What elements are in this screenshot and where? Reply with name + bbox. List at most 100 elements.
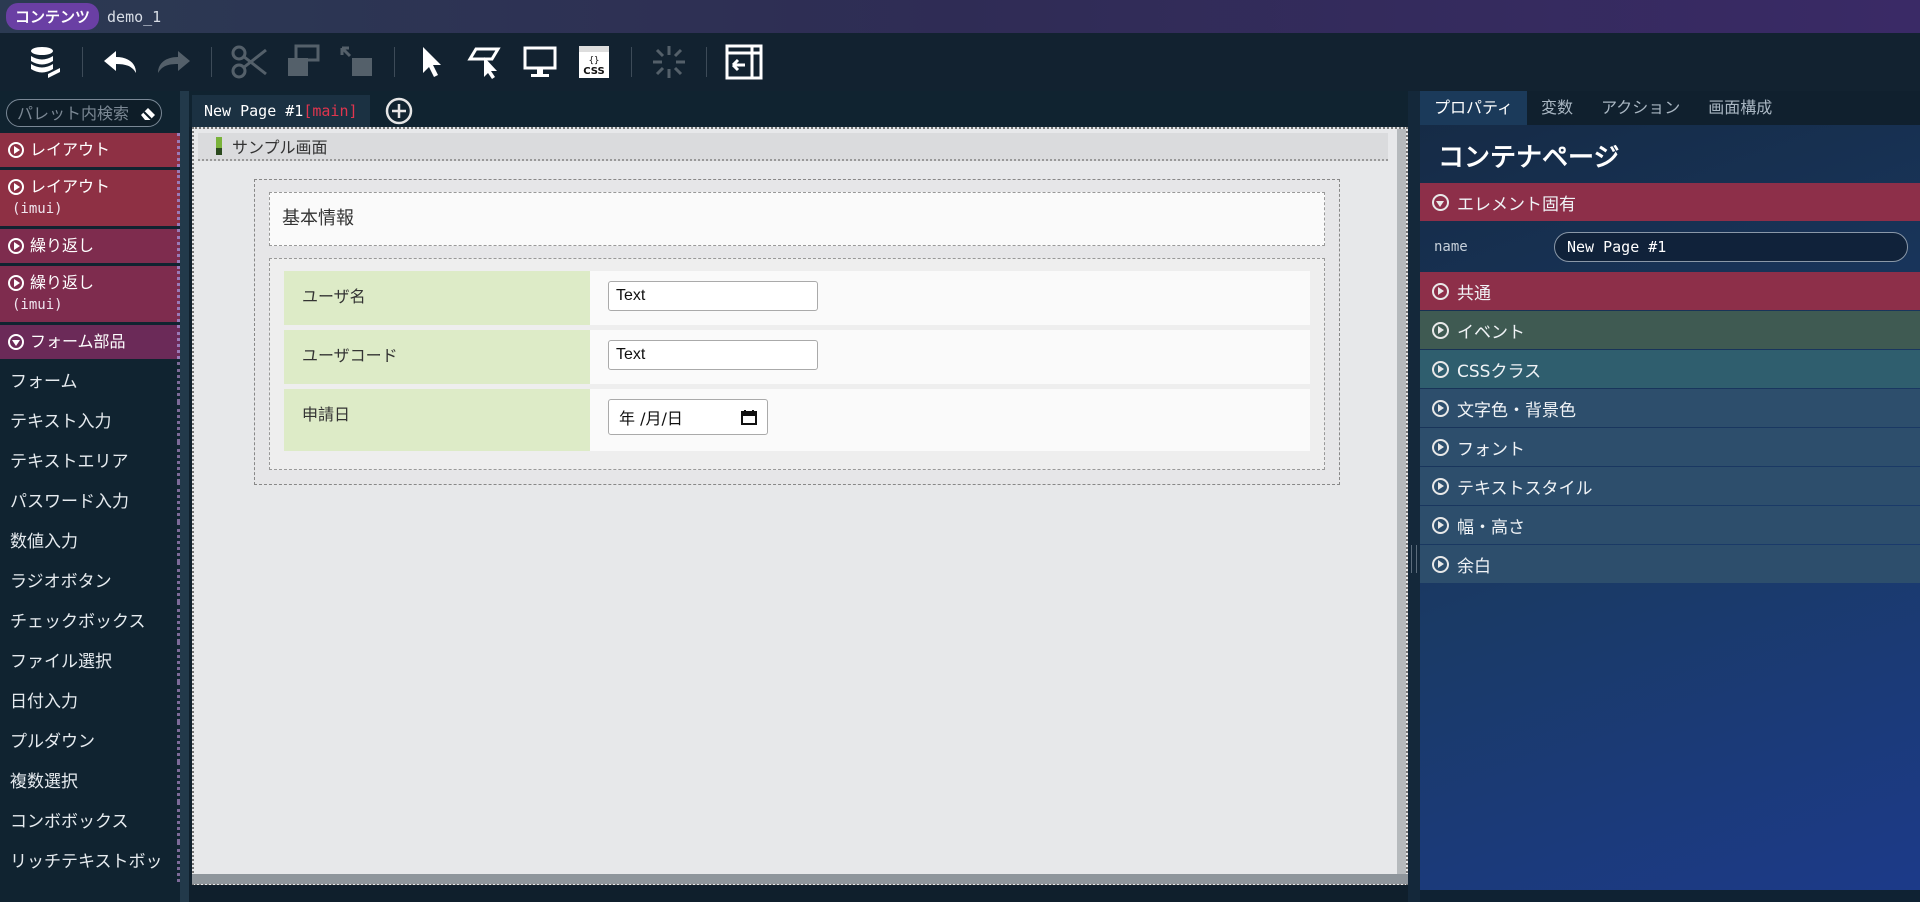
expand-icon (8, 179, 24, 195)
expand-icon (1432, 477, 1449, 495)
palette-item-text-input[interactable]: テキスト入力 (0, 402, 180, 442)
palette-category-form-parts[interactable]: フォーム部品 (0, 325, 180, 359)
category-sub-label: (imui) (12, 201, 63, 217)
paste-icon[interactable] (330, 39, 384, 85)
palette-item-checkbox[interactable]: チェックボックス (0, 602, 180, 642)
tab-variables[interactable]: 変数 (1527, 91, 1587, 125)
section-label: 共通 (1457, 283, 1491, 304)
section-title[interactable]: 基本情報 (269, 192, 1325, 246)
palette-item-file[interactable]: ファイル選択 (0, 642, 180, 682)
component-palette: レイアウト レイアウト (imui) 繰り返し 繰り返し (imui) フォーム部品… (0, 91, 180, 902)
database-icon[interactable] (18, 39, 72, 85)
toolbar-separator (394, 47, 395, 77)
property-panel: プロパティ 変数 アクション 画面構成 コンテナページ エレメント固有 name… (1420, 91, 1920, 902)
property-row-name: name New Page #1 (1420, 222, 1920, 272)
palette-item-combobox[interactable]: コンボボックス (0, 802, 180, 842)
resize-grip-icon[interactable] (1411, 545, 1417, 573)
app-name-badge: コンテンツ (6, 3, 100, 30)
section-label: 幅・高さ (1457, 517, 1525, 538)
eraser-icon[interactable] (139, 104, 157, 122)
canvas-vertical-scrollbar[interactable] (1397, 129, 1406, 883)
section-css-class[interactable]: CSSクラス (1420, 350, 1920, 388)
section-label: CSSクラス (1457, 361, 1542, 382)
palette-category-layout-imui[interactable]: レイアウト (imui) (0, 170, 180, 226)
palette-item-number[interactable]: 数値入力 (0, 522, 180, 562)
loading-spinner-icon[interactable] (642, 39, 696, 85)
palette-item-textarea[interactable]: テキストエリア (0, 442, 180, 482)
palette-item-form[interactable]: フォーム (0, 362, 180, 402)
date-placeholder: 年 /月/日 (619, 409, 683, 428)
palette-item-richtext[interactable]: リッチテキストボッ (0, 842, 180, 882)
cut-icon[interactable] (222, 39, 276, 85)
palette-category-layout[interactable]: レイアウト (0, 133, 180, 167)
section-width-height[interactable]: 幅・高さ (1420, 506, 1920, 544)
section-font[interactable]: フォント (1420, 428, 1920, 466)
toolbar-separator (211, 47, 212, 77)
section-common[interactable]: 共通 (1420, 272, 1920, 310)
section-element-specific[interactable]: エレメント固有 (1420, 183, 1920, 221)
palette-category-repeat[interactable]: 繰り返し (0, 229, 180, 263)
username-input[interactable] (608, 281, 818, 311)
design-canvas[interactable]: サンプル画面 基本情報 ユーザ名 ユーザコード 申請日 年 /月/日 (192, 127, 1408, 885)
property-panel-footer (1420, 890, 1920, 902)
select-cursor-icon[interactable] (405, 39, 459, 85)
left-panel-divider[interactable] (180, 91, 189, 902)
form-row-apply-date[interactable]: 申請日 年 /月/日 (284, 389, 1310, 451)
page-header-marker (216, 137, 222, 155)
usercode-input[interactable] (608, 340, 818, 370)
tab-new-page-1[interactable]: New Page #1[main] (192, 95, 370, 127)
section-margin[interactable]: 余白 (1420, 545, 1920, 583)
section-label: イベント (1457, 322, 1525, 343)
tab-screen-structure[interactable]: 画面構成 (1694, 91, 1786, 125)
section-label: エレメント固有 (1457, 194, 1576, 215)
section-label: 文字色・背景色 (1457, 400, 1576, 421)
tab-actions[interactable]: アクション (1587, 91, 1694, 125)
form-label: ユーザコード (284, 330, 590, 384)
expand-icon (1432, 555, 1449, 573)
palette-search[interactable] (6, 99, 162, 127)
canvas-horizontal-scrollbar[interactable] (192, 874, 1408, 884)
copy-icon[interactable] (276, 39, 330, 85)
section-label: フォント (1457, 439, 1525, 460)
collapse-panel-icon[interactable] (717, 39, 771, 85)
undo-icon[interactable] (93, 39, 147, 85)
page-header[interactable]: サンプル画面 (198, 133, 1388, 161)
page-title: サンプル画面 (232, 138, 328, 157)
preview-monitor-icon[interactable] (513, 39, 567, 85)
expand-icon (1432, 438, 1449, 456)
section-colors[interactable]: 文字色・背景色 (1420, 389, 1920, 427)
category-label: 繰り返し (30, 236, 95, 255)
calendar-icon[interactable] (741, 409, 757, 425)
palette-item-pulldown[interactable]: プルダウン (0, 722, 180, 762)
apply-date-input[interactable]: 年 /月/日 (608, 399, 768, 435)
palette-item-password[interactable]: パスワード入力 (0, 482, 180, 522)
tab-main-tag: [main] (303, 102, 358, 120)
form-row-usercode[interactable]: ユーザコード (284, 330, 1310, 384)
tab-properties[interactable]: プロパティ (1420, 91, 1528, 125)
toolbar-separator (631, 47, 632, 77)
section-text-style[interactable]: テキストスタイル (1420, 467, 1920, 505)
category-label: 繰り返し (30, 273, 95, 292)
svg-text:CSS: CSS (583, 66, 604, 77)
palette-search-input[interactable] (7, 103, 132, 123)
form-container[interactable]: 基本情報 ユーザ名 ユーザコード 申請日 年 /月/日 (254, 179, 1340, 485)
palette-item-date[interactable]: 日付入力 (0, 682, 180, 722)
section-events[interactable]: イベント (1420, 311, 1920, 349)
right-panel-divider[interactable] (1408, 91, 1420, 902)
expand-icon (1432, 399, 1449, 417)
palette-category-repeat-imui[interactable]: 繰り返し (imui) (0, 266, 180, 322)
add-tab-icon[interactable] (384, 96, 414, 126)
property-name-input[interactable]: New Page #1 (1554, 232, 1908, 262)
css-file-icon[interactable]: {} CSS (567, 39, 621, 85)
form-row-username[interactable]: ユーザ名 (284, 271, 1310, 325)
form-label: ユーザ名 (284, 271, 590, 325)
page-tabs: New Page #1[main] (189, 91, 1409, 127)
palette-item-multi-select[interactable]: 複数選択 (0, 762, 180, 802)
palette-item-radio[interactable]: ラジオボタン (0, 562, 180, 602)
svg-text:{}: {} (589, 56, 600, 66)
form-table[interactable]: ユーザ名 ユーザコード 申請日 年 /月/日 (269, 258, 1325, 470)
redo-icon[interactable] (147, 39, 201, 85)
select-area-icon[interactable] (459, 39, 513, 85)
expand-icon (8, 238, 24, 254)
title-bar: コンテンツ demo_1 (0, 0, 1920, 33)
